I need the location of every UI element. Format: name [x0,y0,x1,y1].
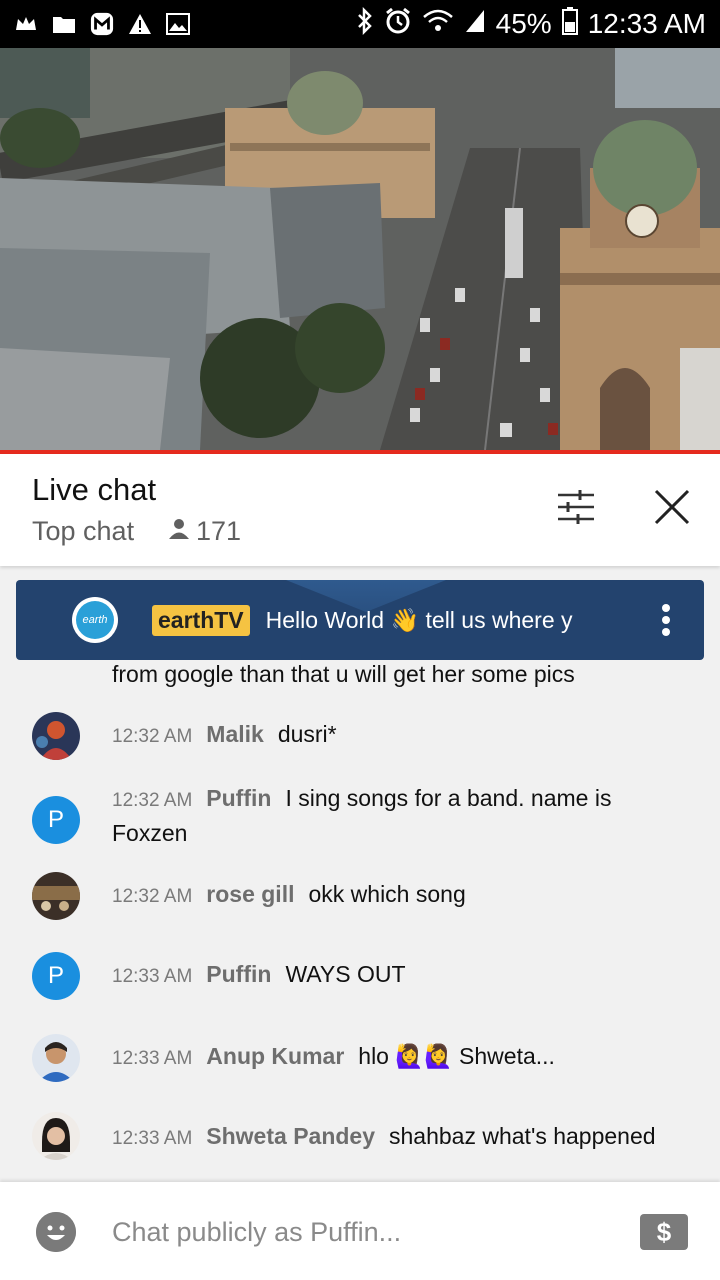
pinned-text: Hello World 👋 tell us where y [265,606,573,633]
emoji-button[interactable] [36,1212,76,1252]
status-bar: 45% 12:33 AM [0,0,720,48]
chat-title: Live chat [32,472,157,507]
bluetooth-icon [356,6,374,42]
message-text: hlo 🙋‍♀️🙋‍♀️ Shweta... [358,1043,555,1069]
alarm-icon [384,7,412,42]
avatar [32,712,80,760]
message-time: 12:33 AM [112,1048,193,1069]
message-author[interactable]: rose gill [206,881,294,907]
message-author[interactable]: Anup Kumar [206,1043,344,1069]
message-author[interactable]: Puffin [206,961,271,987]
avatar: P [32,796,80,844]
avatar: P [32,952,80,1000]
folder-icon [52,13,76,35]
message-author[interactable]: Puffin [206,785,271,811]
battery-percent: 45% [495,8,552,39]
close-chat-button[interactable] [647,484,697,534]
message-time: 12:32 AM [112,886,193,907]
signal-icon [464,8,486,41]
m-app-icon [90,12,114,36]
message-time: 12:33 AM [112,1128,193,1149]
message-text: shahbaz what's happened [389,1123,656,1149]
pinned-avatar-logo: earth [76,601,114,639]
image-icon [166,13,190,35]
pinned-message[interactable]: earth earthTV Hello World 👋 tell us wher… [16,580,704,660]
pinned-author[interactable]: earthTV [152,604,250,636]
chat-message-input[interactable] [112,1212,612,1252]
dollar-icon: $ [656,1216,672,1247]
message-author[interactable]: Malik [206,721,264,747]
message-text: dusri* [277,721,337,747]
filter-button[interactable] [551,484,601,534]
sliders-icon [556,489,596,530]
message-time: 12:33 AM [112,966,193,987]
avatar [32,872,80,920]
avatar [32,1034,80,1082]
more-vert-icon[interactable] [662,604,670,640]
chat-input-bar: $ [0,1182,720,1280]
message-text: okk which song [308,881,466,907]
wifi-icon [422,8,454,41]
pinned-avatar: earth [72,597,118,643]
message-text: from google than that u will get her som… [112,661,575,687]
message-time: 12:32 AM [112,726,193,747]
super-chat-button[interactable]: $ [640,1214,688,1250]
clock: 12:33 AM [587,8,706,39]
video-player[interactable] [0,48,720,450]
viewer-count-value: 171 [196,516,242,546]
viewer-count: 171 [168,516,241,547]
close-icon [653,488,691,531]
chat-header: Live chat Top chat 171 [0,454,720,566]
smiley-icon [36,1212,76,1252]
message-text: WAYS OUT [285,961,406,987]
crown-icon [14,13,38,35]
message-time: 12:32 AM [112,790,193,811]
chat-mode-selector[interactable]: Top chat [32,516,134,547]
warning-icon [128,13,152,35]
person-icon [168,516,190,547]
message-author[interactable]: Shweta Pandey [206,1123,375,1149]
battery-icon [561,6,578,42]
avatar [32,1112,80,1160]
